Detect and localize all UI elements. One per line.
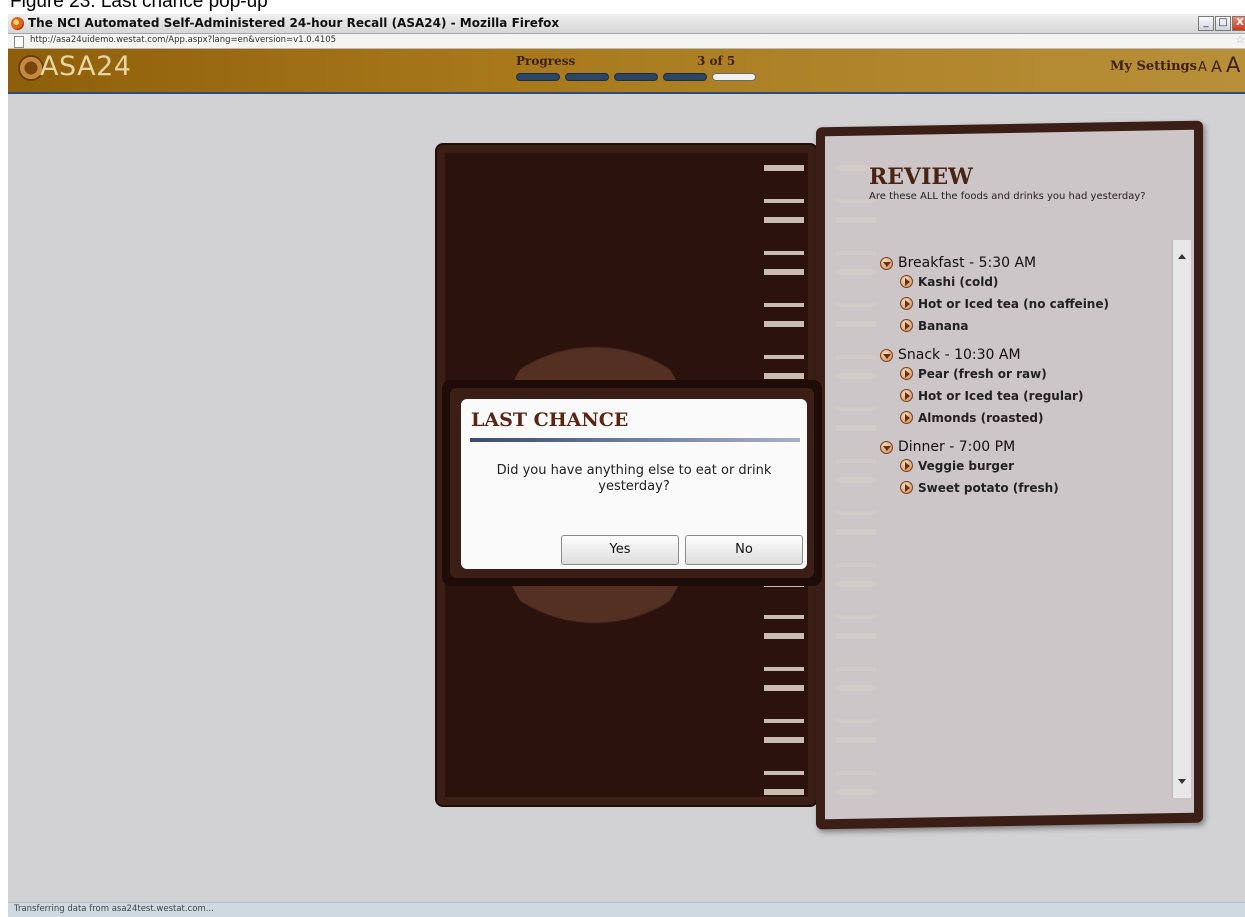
dialog-divider (470, 438, 800, 442)
firefox-icon (11, 17, 24, 30)
progress-segment (565, 73, 609, 81)
progress-count: 3 of 5 (697, 54, 736, 68)
app-header: ASA24 Progress 3 of 5 My Settings A A A (8, 49, 1245, 94)
maximize-button[interactable]: □ (1215, 16, 1231, 31)
food-item-text: Sweet potato (fresh) (918, 481, 1059, 495)
status-text: Transferring data from asa24test.westat.… (14, 904, 214, 914)
last-chance-dialog: LAST CHANCE Did you have anything else t… (461, 399, 807, 569)
dialog-title: LAST CHANCE (471, 409, 629, 431)
food-item-text: Pear (fresh or raw) (918, 367, 1047, 381)
page-icon (14, 36, 24, 48)
close-button[interactable]: X (1232, 16, 1245, 31)
food-item[interactable]: Almonds (roasted) (900, 408, 1160, 430)
window-title: The NCI Automated Self-Administered 24-h… (28, 16, 560, 30)
progress-bar (516, 73, 756, 81)
food-item[interactable]: Pear (fresh or raw) (900, 364, 1160, 386)
meal-title-text: Breakfast - 5:30 AM (898, 255, 1037, 271)
expand-right-icon[interactable] (900, 389, 913, 402)
my-settings-link[interactable]: My Settings (1110, 59, 1197, 74)
progress-segment (712, 73, 756, 81)
no-button[interactable]: No (685, 535, 803, 565)
food-item[interactable]: Veggie burger (900, 456, 1160, 478)
url-text[interactable]: http://asa24uidemo.westat.com/App.aspx?l… (30, 35, 336, 45)
meal-group: Snack - 10:30 AM Pear (fresh or raw) Hot o… (880, 346, 1160, 430)
dialog-message: Did you have anything else to eat or dri… (496, 463, 772, 494)
food-item-text: Kashi (cold) (918, 275, 999, 289)
progress-segment (614, 73, 658, 81)
expand-down-icon[interactable] (880, 441, 893, 454)
food-item-text: Banana (918, 319, 969, 333)
font-size-small-button[interactable]: A (1198, 60, 1207, 75)
meal-title[interactable]: Breakfast - 5:30 AM (880, 254, 1160, 272)
font-size-large-button[interactable]: A (1226, 53, 1240, 77)
app-logo: ASA24 (40, 51, 132, 82)
progress-segment (516, 73, 560, 81)
expand-right-icon[interactable] (900, 275, 913, 288)
bookmark-star-icon[interactable]: ☆ (1235, 33, 1245, 46)
food-item[interactable]: Hot or Iced tea (regular) (900, 386, 1160, 408)
meal-title[interactable]: Dinner - 7:00 PM (880, 438, 1160, 456)
expand-right-icon[interactable] (900, 367, 913, 380)
minimize-button[interactable]: _ (1198, 16, 1214, 31)
meal-group: Dinner - 7:00 PM Veggie burger Sweet potat… (880, 438, 1160, 500)
review-subtitle: Are these ALL the foods and drinks you h… (869, 191, 1146, 202)
review-title: REVIEW (869, 164, 973, 190)
food-item-text: Hot or Iced tea (no caffeine) (918, 297, 1109, 311)
font-size-medium-button[interactable]: A (1211, 57, 1222, 76)
food-item-text: Almonds (roasted) (918, 411, 1044, 425)
review-scrollbar[interactable] (1172, 240, 1191, 798)
food-item[interactable]: Hot or Iced tea (no caffeine) (900, 294, 1160, 316)
expand-right-icon[interactable] (900, 319, 913, 332)
progress-label: Progress (516, 54, 576, 68)
meal-title-text: Dinner - 7:00 PM (898, 439, 1016, 455)
scroll-down-icon[interactable] (1178, 779, 1186, 784)
expand-down-icon[interactable] (880, 349, 893, 362)
status-bar: Transferring data from asa24test.westat.… (8, 902, 1245, 917)
food-item[interactable]: Kashi (cold) (900, 272, 1160, 294)
expand-right-icon[interactable] (900, 411, 913, 424)
expand-right-icon[interactable] (900, 297, 913, 310)
scroll-up-icon[interactable] (1178, 254, 1186, 259)
expand-right-icon[interactable] (900, 459, 913, 472)
food-item-text: Hot or Iced tea (regular) (918, 389, 1084, 403)
expand-right-icon[interactable] (900, 481, 913, 494)
progress-segment (663, 73, 707, 81)
food-item[interactable]: Sweet potato (fresh) (900, 478, 1160, 500)
address-bar[interactable]: http://asa24uidemo.westat.com/App.aspx?l… (8, 33, 1245, 49)
food-item-text: Veggie burger (918, 459, 1015, 473)
yes-button[interactable]: Yes (561, 535, 679, 565)
browser-titlebar: The NCI Automated Self-Administered 24-h… (8, 14, 1245, 34)
figure-caption: Figure 23. Last chance pop-up (10, 0, 268, 12)
meal-list: Breakfast - 5:30 AM Kashi (cold) Hot or Ic… (880, 254, 1160, 508)
meal-title-text: Snack - 10:30 AM (898, 347, 1021, 363)
right-ornament (836, 165, 876, 815)
food-item[interactable]: Banana (900, 316, 1160, 338)
meal-group: Breakfast - 5:30 AM Kashi (cold) Hot or Ic… (880, 254, 1160, 338)
meal-title[interactable]: Snack - 10:30 AM (880, 346, 1160, 364)
expand-down-icon[interactable] (880, 257, 893, 270)
